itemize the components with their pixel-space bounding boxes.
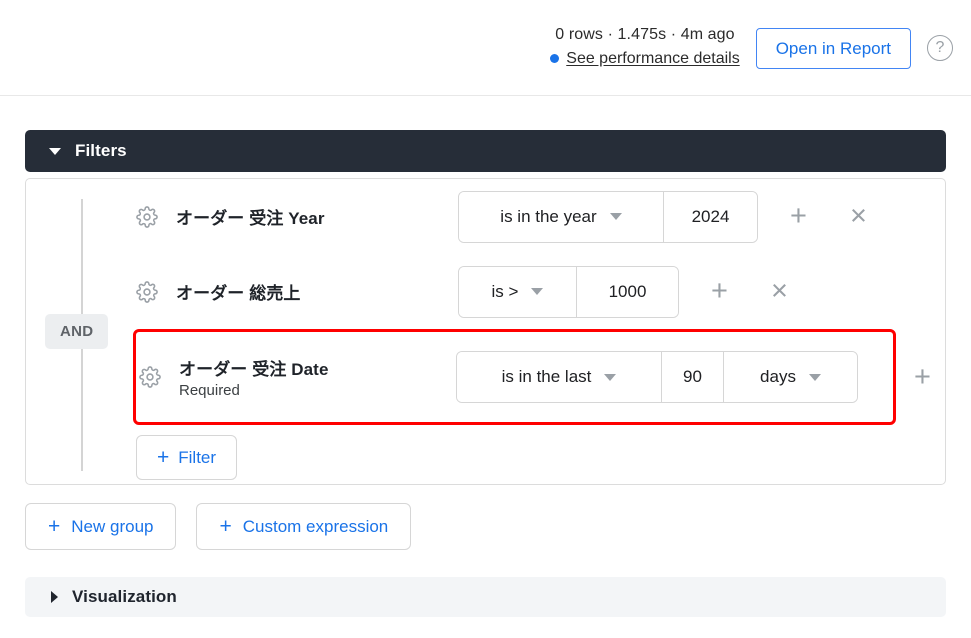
performance-summary: 0 rows · 1.475s · 4m ago See performance… bbox=[550, 24, 740, 71]
add-filter-button[interactable]: + Filter bbox=[136, 435, 238, 480]
filter-operator-label: is in the last bbox=[501, 367, 592, 386]
filter-unit-label: days bbox=[760, 367, 796, 386]
gear-icon bbox=[136, 280, 158, 303]
status-dot-icon bbox=[550, 54, 560, 64]
visualization-section-title: Visualization bbox=[72, 587, 177, 606]
filter-field-block[interactable]: オーダー 受注 Date Required bbox=[179, 355, 456, 399]
remove-filter-button[interactable]: × bbox=[850, 202, 867, 231]
filters-section-title: Filters bbox=[75, 141, 127, 160]
filter-row: オーダー 受注 Year is in the year 2024 + × bbox=[126, 179, 945, 254]
filter-value-input[interactable]: 2024 bbox=[664, 191, 757, 242]
custom-expression-label: Custom expression bbox=[242, 516, 389, 536]
filter-operator-dropdown[interactable]: is > bbox=[459, 266, 577, 317]
filter-value-input[interactable]: 90 bbox=[662, 352, 724, 402]
filter-control-group: is > 1000 bbox=[458, 265, 679, 318]
add-filter-value-button[interactable]: + bbox=[711, 277, 728, 306]
chevron-down-icon bbox=[609, 213, 622, 220]
filter-field-name: オーダー 総売上 bbox=[176, 284, 301, 303]
chevron-right-icon bbox=[51, 591, 58, 603]
filter-control-group: is in the year 2024 bbox=[458, 190, 758, 243]
chevron-down-icon bbox=[604, 373, 617, 381]
gear-icon bbox=[139, 366, 161, 388]
filter-actions-row: + New group + Custom expression bbox=[25, 503, 946, 550]
open-in-report-button[interactable]: Open in Report bbox=[755, 27, 911, 69]
plus-icon: + bbox=[157, 446, 170, 469]
custom-expression-button[interactable]: + Custom expression bbox=[196, 503, 412, 550]
filter-field-required-label: Required bbox=[179, 382, 240, 399]
filter-operator-label: is > bbox=[491, 281, 519, 301]
filter-field-block[interactable]: オーダー 受注 Year bbox=[176, 204, 458, 229]
add-filter-value-button[interactable]: + bbox=[790, 202, 807, 231]
filters-card: AND オーダー 受注 Year is in the year 2024 + ×… bbox=[25, 178, 946, 485]
filter-group-operator-badge[interactable]: AND bbox=[45, 314, 109, 349]
query-stats-text: 0 rows · 1.475s · 4m ago bbox=[555, 26, 735, 44]
filter-rows-container: オーダー 受注 Year is in the year 2024 + × オーダ… bbox=[126, 179, 945, 480]
filter-control-group: is in the last 90 days bbox=[456, 351, 858, 403]
question-mark-circle-icon[interactable]: ? bbox=[927, 35, 953, 61]
new-group-label: New group bbox=[71, 516, 154, 536]
plus-icon: + bbox=[48, 515, 61, 538]
remove-filter-button[interactable]: × bbox=[771, 277, 788, 306]
visualization-section-header[interactable]: Visualization bbox=[25, 577, 946, 617]
filter-unit-dropdown[interactable]: days bbox=[724, 352, 857, 402]
filter-row: オーダー 総売上 is > 1000 + × bbox=[126, 254, 945, 329]
new-group-button[interactable]: + New group bbox=[25, 503, 177, 550]
chevron-down-icon bbox=[808, 373, 821, 381]
filters-section-header[interactable]: Filters bbox=[25, 130, 946, 172]
filter-operator-dropdown[interactable]: is in the year bbox=[459, 191, 664, 242]
filter-field-block[interactable]: オーダー 総売上 bbox=[176, 279, 458, 304]
chevron-down-icon bbox=[49, 147, 61, 155]
see-performance-details-link[interactable]: See performance details bbox=[566, 48, 739, 70]
filter-value-input[interactable]: 1000 bbox=[577, 266, 678, 317]
add-filter-value-button[interactable]: + bbox=[914, 362, 931, 392]
gear-icon bbox=[136, 205, 158, 228]
filter-operator-dropdown[interactable]: is in the last bbox=[457, 352, 662, 402]
filter-field-name: オーダー 受注 Date bbox=[179, 360, 329, 379]
add-filter-label: Filter bbox=[178, 447, 217, 467]
plus-icon: + bbox=[219, 515, 232, 538]
filter-row-highlighted: オーダー 受注 Date Required is in the last 90 … bbox=[133, 329, 896, 425]
chevron-down-icon bbox=[531, 288, 544, 295]
query-status-bar: 0 rows · 1.475s · 4m ago See performance… bbox=[0, 0, 971, 96]
filter-field-name: オーダー 受注 Year bbox=[176, 209, 325, 228]
filter-operator-label: is in the year bbox=[500, 206, 597, 226]
